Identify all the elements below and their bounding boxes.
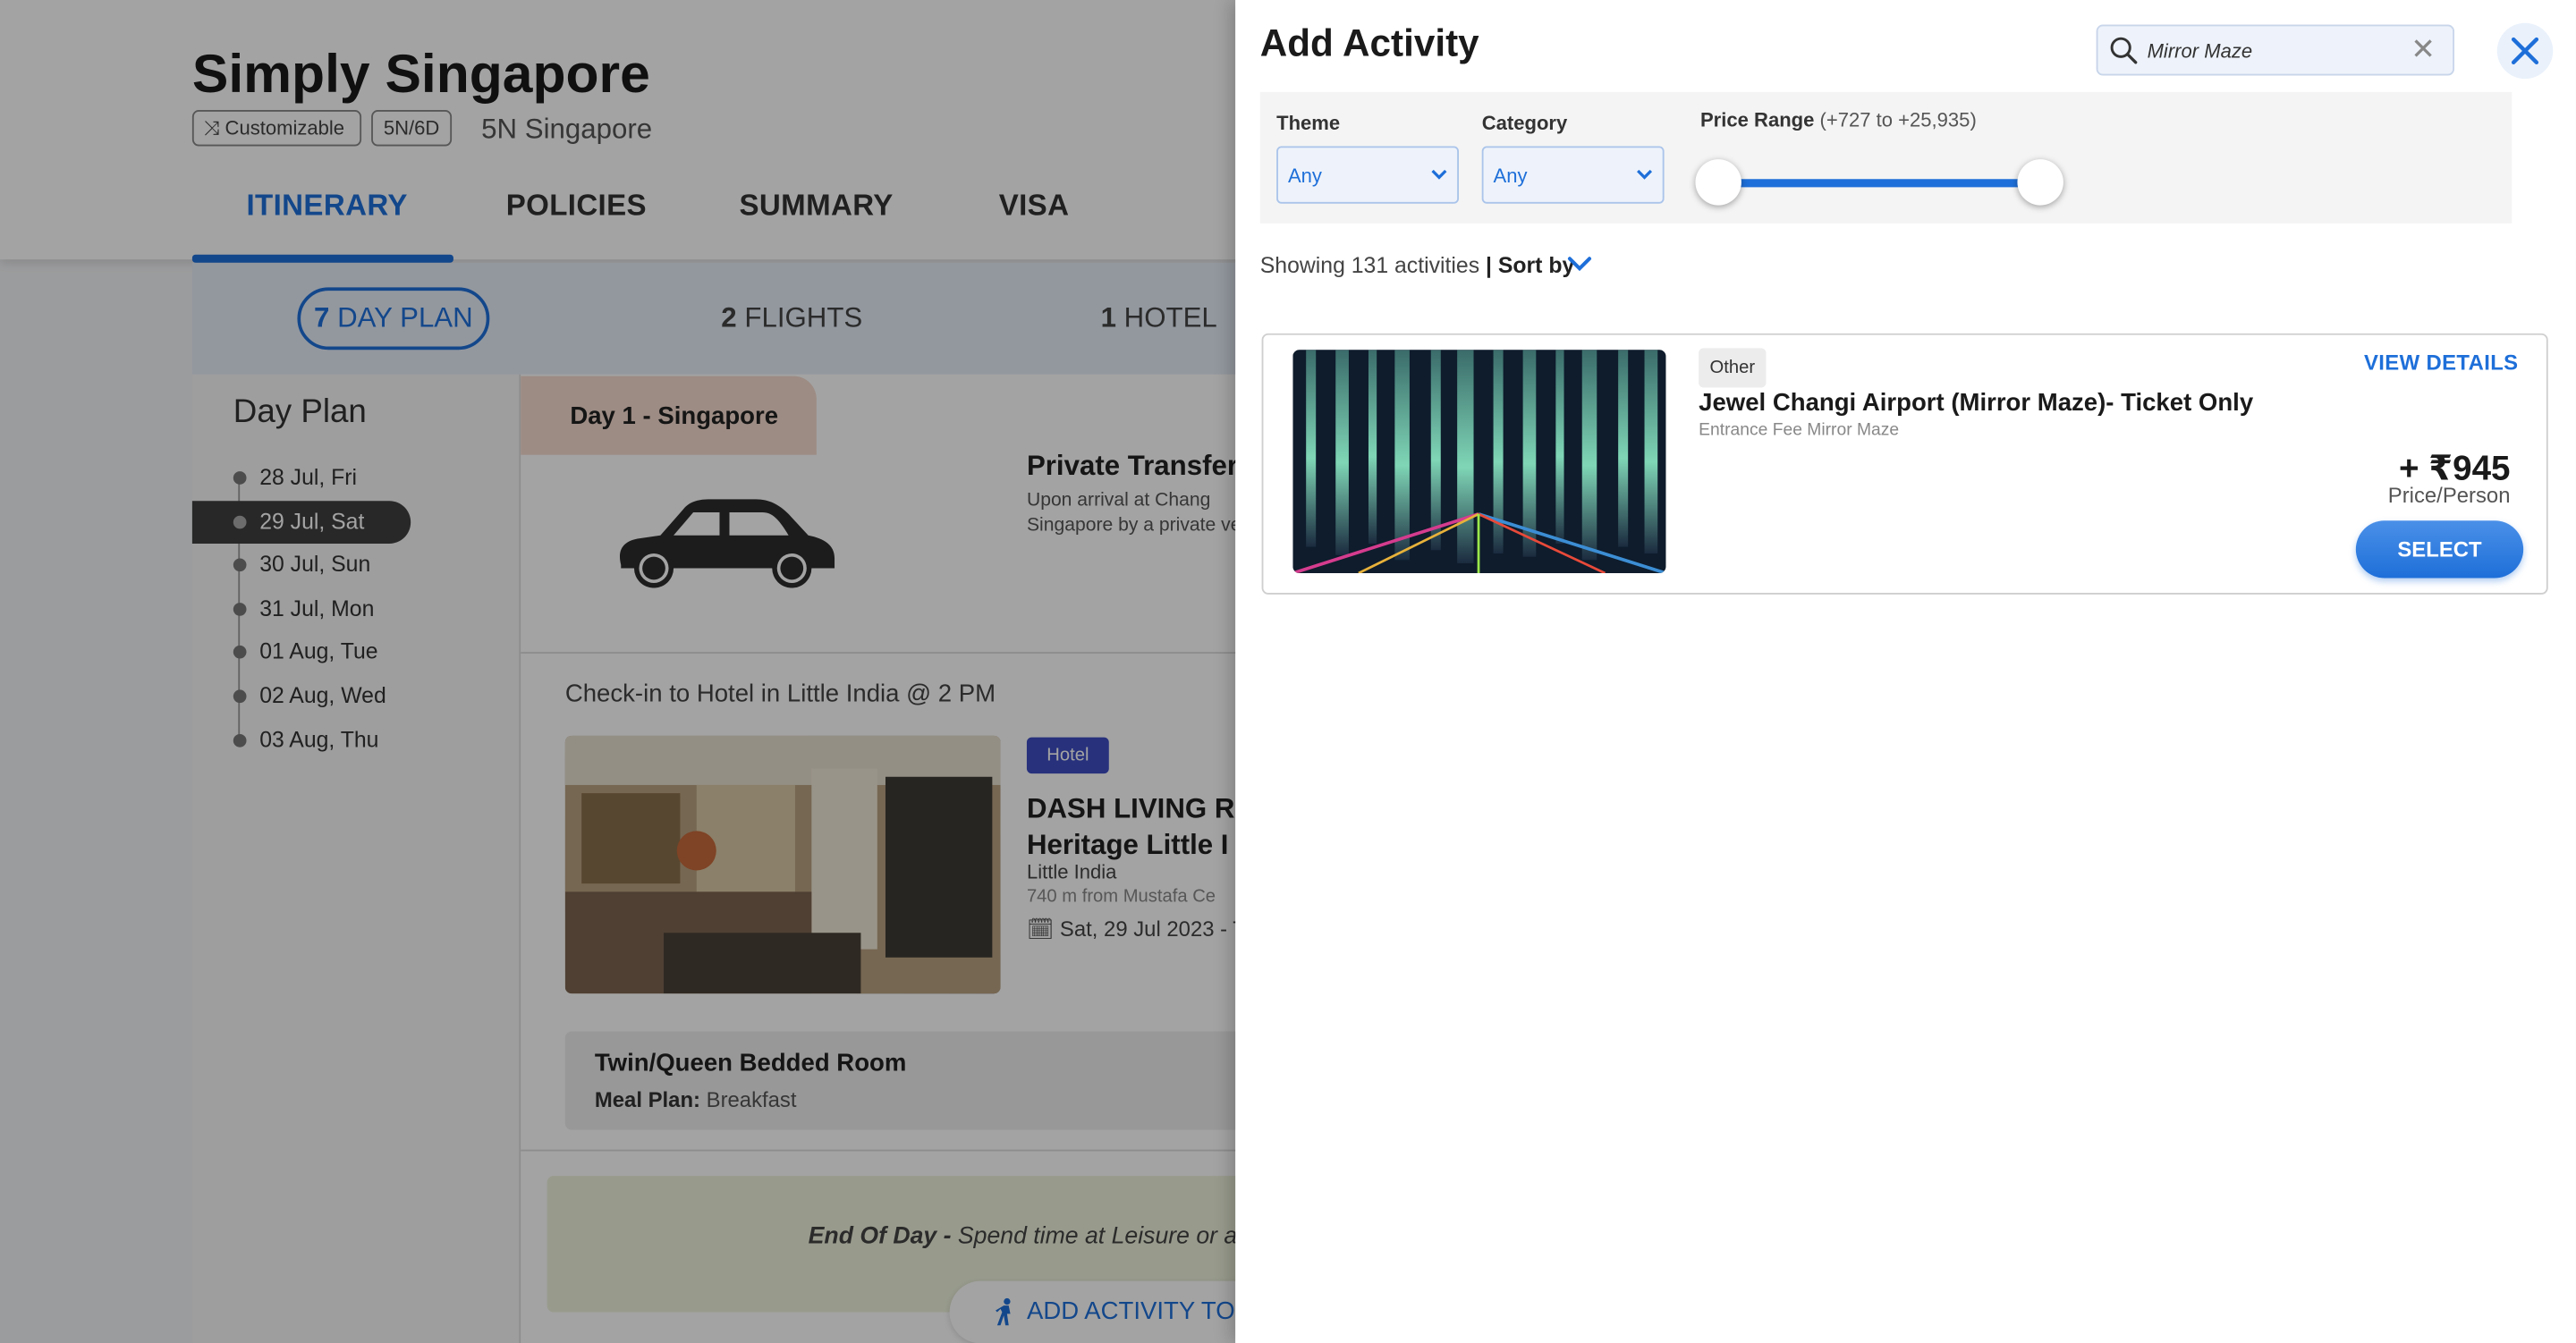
category-select[interactable]: Any: [1481, 146, 1665, 204]
price-slider-min-handle[interactable]: [1695, 159, 1741, 206]
activity-category-badge: Other: [1699, 348, 1767, 388]
view-details-link[interactable]: VIEW DETAILS: [2364, 350, 2518, 375]
mirror-maze-photo: [1292, 350, 1666, 574]
search-input[interactable]: [2147, 36, 2394, 66]
activity-image[interactable]: [1292, 350, 1666, 574]
sort-chevron-icon[interactable]: [1567, 257, 1592, 273]
search-icon: [2110, 37, 2138, 64]
close-icon: [2511, 37, 2539, 64]
clear-search-icon[interactable]: ✕: [2410, 35, 2436, 64]
chevron-down-icon: [1431, 169, 1447, 180]
modal-overlay[interactable]: [0, 0, 1236, 1343]
close-drawer-button[interactable]: [2496, 22, 2554, 80]
drawer-title: Add Activity: [1259, 21, 1479, 64]
category-label: Category: [1481, 111, 1568, 135]
theme-select[interactable]: Any: [1276, 146, 1459, 204]
results-count: Showing 131 activities | Sort by: [1259, 252, 1575, 278]
activity-subtitle: Entrance Fee Mirror Maze: [1699, 420, 1900, 441]
chevron-down-icon: [1637, 169, 1653, 180]
theme-label: Theme: [1276, 111, 1341, 135]
activity-title: Jewel Changi Airport (Mirror Maze)- Tick…: [1699, 389, 2254, 418]
select-activity-button[interactable]: SELECT: [2355, 520, 2524, 579]
price-slider-max-handle[interactable]: [2017, 159, 2063, 206]
price-slider-track[interactable]: [1718, 179, 2041, 188]
sort-by-label[interactable]: | Sort by: [1486, 253, 1574, 278]
price-unit: Price/Person: [2387, 482, 2511, 508]
price-range-label: Price Range (+727 to +25,935): [1699, 108, 1977, 131]
